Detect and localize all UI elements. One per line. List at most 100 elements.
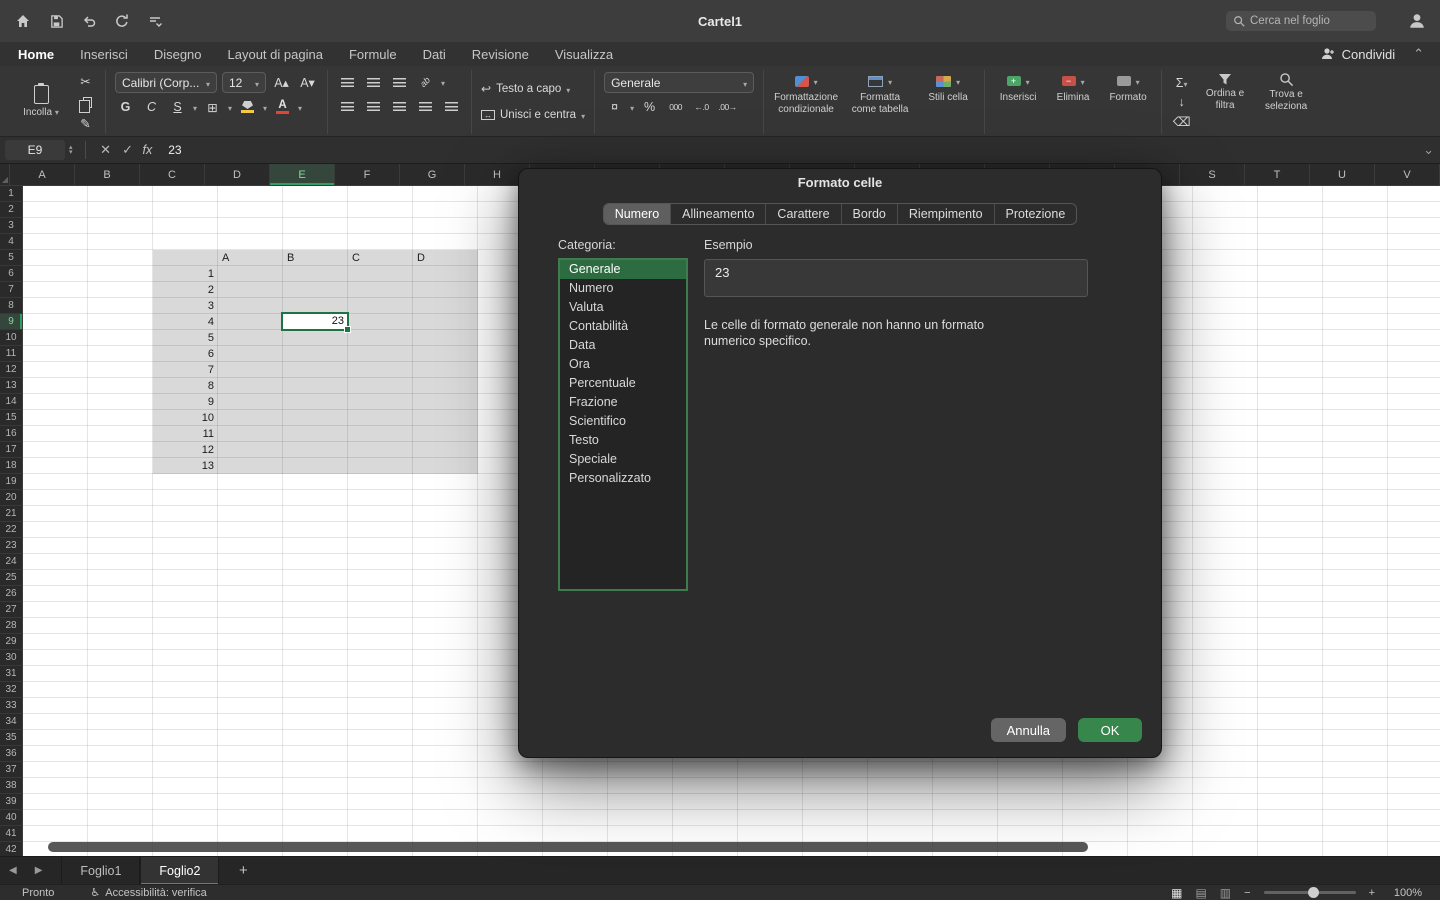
select-all-button[interactable]: ◢ (0, 164, 10, 186)
table-header-cell[interactable]: D (413, 250, 478, 266)
row-header[interactable]: 41 (0, 826, 23, 842)
table-value-cell[interactable]: 10 (153, 410, 218, 426)
row-header[interactable]: 37 (0, 762, 23, 778)
category-item[interactable]: Frazione (560, 393, 686, 412)
ribbon-tab[interactable]: Layout di pagina (228, 47, 323, 62)
row-header[interactable]: 14 (0, 394, 23, 410)
thousands-format-button[interactable]: 000 (665, 97, 686, 117)
confirm-entry-icon[interactable]: ✓ (117, 142, 139, 158)
row-header[interactable]: 15 (0, 410, 23, 426)
sheet-tab[interactable]: Foglio1 (61, 857, 140, 885)
ribbon-tab[interactable]: Dati (423, 47, 446, 62)
decrease-indent-button[interactable] (415, 96, 436, 116)
bold-button[interactable]: G (115, 97, 136, 117)
row-header[interactable]: 40 (0, 810, 23, 826)
borders-button[interactable]: ⊞ (202, 97, 223, 117)
row-header[interactable]: 1 (0, 186, 23, 202)
category-item[interactable]: Generale (560, 260, 686, 279)
conditional-formatting-button[interactable]: Formattazione condizionale (773, 72, 839, 132)
row-header[interactable]: 10 (0, 330, 23, 346)
row-header[interactable]: 38 (0, 778, 23, 794)
dialog-tab[interactable]: Riempimento (898, 204, 995, 224)
table-header-cell[interactable]: B (283, 250, 348, 266)
sheet-tab[interactable]: Foglio2 (140, 857, 219, 885)
row-header[interactable]: 24 (0, 554, 23, 570)
add-sheet-button[interactable]: + (231, 862, 255, 879)
fill-button[interactable]: ↓ (1171, 94, 1192, 111)
row-header[interactable]: 13 (0, 378, 23, 394)
account-icon[interactable] (1406, 10, 1428, 32)
table-value-cell[interactable]: 4 (153, 314, 218, 330)
table-value-cell[interactable]: 5 (153, 330, 218, 346)
table-value-cell[interactable]: 2 (153, 282, 218, 298)
category-item[interactable]: Speciale (560, 450, 686, 469)
column-header[interactable]: F (335, 164, 400, 186)
align-center-button[interactable] (363, 96, 384, 116)
format-painter-button[interactable]: ✎ (75, 114, 96, 132)
column-header[interactable]: S (1180, 164, 1245, 186)
dialog-tab[interactable]: Numero (604, 204, 671, 224)
row-header[interactable]: 9 (0, 314, 23, 330)
category-item[interactable]: Valuta (560, 298, 686, 317)
currency-format-button[interactable]: ¤ (604, 97, 625, 117)
dialog-tab[interactable]: Bordo (842, 204, 898, 224)
category-item[interactable]: Percentuale (560, 374, 686, 393)
column-header[interactable]: U (1310, 164, 1375, 186)
row-header[interactable]: 23 (0, 538, 23, 554)
increase-indent-button[interactable] (441, 96, 462, 116)
paste-button[interactable]: Incolla (15, 72, 67, 132)
copy-button[interactable] (75, 93, 96, 111)
row-header[interactable]: 22 (0, 522, 23, 538)
row-header[interactable]: 20 (0, 490, 23, 506)
row-header[interactable]: 4 (0, 234, 23, 250)
table-value-cell[interactable]: 11 (153, 426, 218, 442)
row-header[interactable]: 16 (0, 426, 23, 442)
dialog-tab[interactable]: Carattere (766, 204, 841, 224)
row-header[interactable]: 5 (0, 250, 23, 266)
page-break-view-icon[interactable]: ▥ (1220, 886, 1231, 900)
ribbon-tab[interactable]: Inserisci (80, 47, 128, 62)
row-header[interactable]: 12 (0, 362, 23, 378)
expand-formula-bar-icon[interactable] (1423, 141, 1434, 159)
percent-format-button[interactable]: % (639, 97, 660, 117)
cancel-entry-icon[interactable]: ✕ (95, 142, 117, 158)
row-header[interactable]: 34 (0, 714, 23, 730)
column-header[interactable]: E (270, 164, 335, 186)
table-value-cell[interactable]: 9 (153, 394, 218, 410)
next-sheet-icon[interactable]: ▶ (26, 865, 52, 876)
merge-center-button[interactable]: ↔ Unisci e centra (481, 106, 585, 124)
table-header-cell[interactable]: A (218, 250, 283, 266)
font-name-select[interactable]: Calibri (Corp... (115, 72, 217, 93)
formula-input[interactable]: 23 (168, 143, 181, 157)
table-header-cell[interactable]: C (348, 250, 413, 266)
category-item[interactable]: Contabilità (560, 317, 686, 336)
ok-button[interactable]: OK (1078, 718, 1142, 742)
row-header[interactable]: 6 (0, 266, 23, 282)
category-item[interactable]: Ora (560, 355, 686, 374)
align-middle-button[interactable] (363, 72, 384, 92)
table-value-cell[interactable]: 6 (153, 346, 218, 362)
save-icon[interactable] (47, 12, 65, 30)
insert-function-icon[interactable]: fx (143, 143, 153, 157)
row-header[interactable]: 2 (0, 202, 23, 218)
row-header[interactable]: 39 (0, 794, 23, 810)
align-right-button[interactable] (389, 96, 410, 116)
home-icon[interactable] (14, 12, 32, 30)
insert-cells-button[interactable]: + Inserisci (994, 72, 1042, 132)
undo-icon[interactable] (80, 12, 98, 30)
row-header[interactable]: 36 (0, 746, 23, 762)
category-item[interactable]: Numero (560, 279, 686, 298)
font-color-button[interactable]: A (272, 97, 293, 117)
cancel-button[interactable]: Annulla (991, 718, 1066, 742)
decrease-decimal-button[interactable]: .00→ (717, 97, 738, 117)
prev-sheet-icon[interactable]: ◀ (0, 865, 26, 876)
ribbon-tab[interactable]: Revisione (472, 47, 529, 62)
delete-cells-button[interactable]: − Elimina (1050, 72, 1096, 132)
row-header[interactable]: 28 (0, 618, 23, 634)
italic-button[interactable]: C (141, 97, 162, 117)
align-top-button[interactable] (337, 72, 358, 92)
row-header[interactable]: 8 (0, 298, 23, 314)
align-left-button[interactable] (337, 96, 358, 116)
category-item[interactable]: Data (560, 336, 686, 355)
decrease-font-button[interactable]: A▾ (297, 73, 318, 93)
